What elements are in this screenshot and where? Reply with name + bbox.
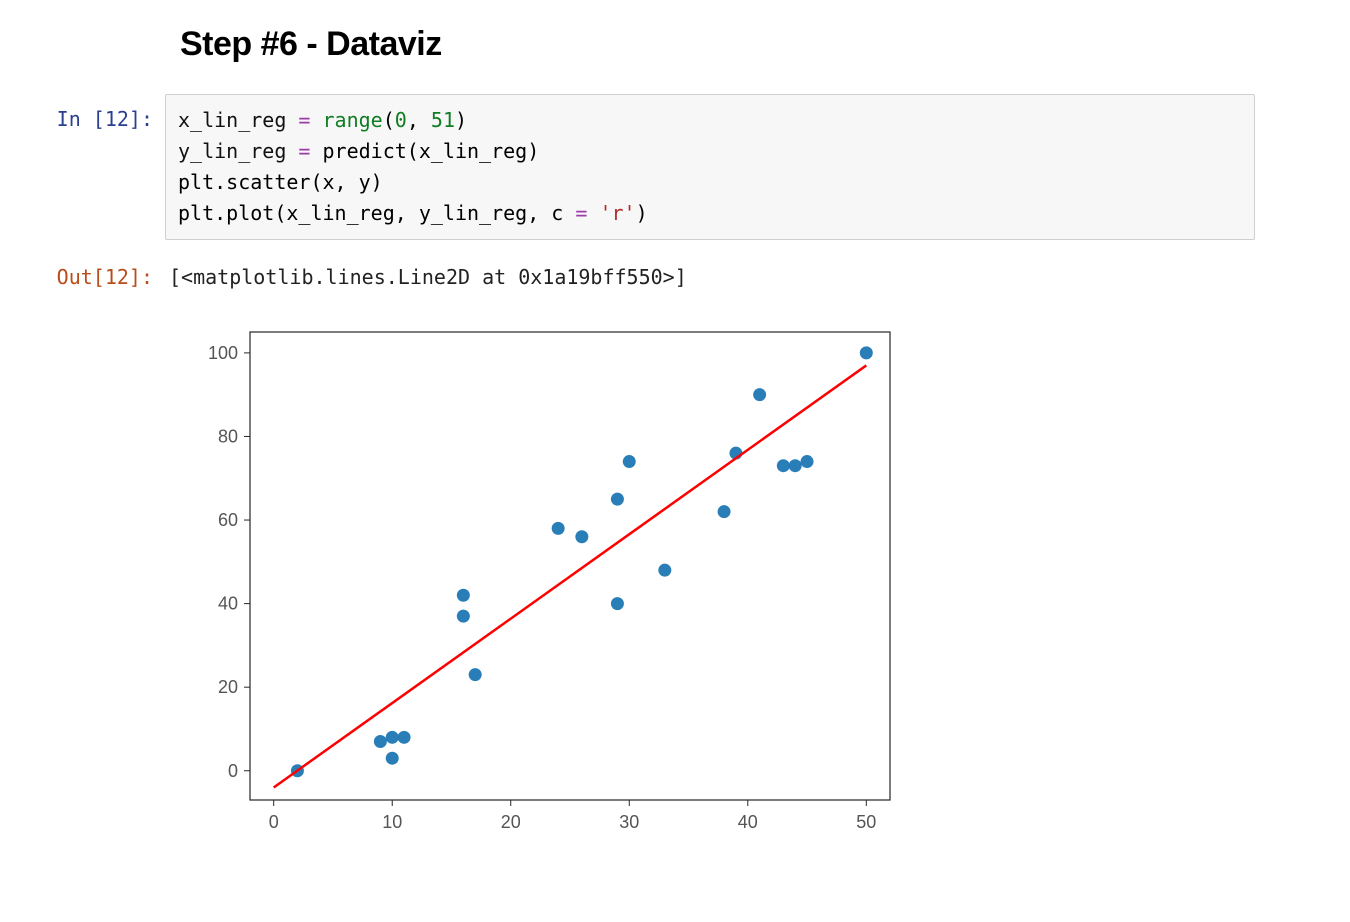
code-input[interactable]: x_lin_reg = range(0, 51) y_lin_reg = pre… xyxy=(165,94,1255,240)
code-token: ) xyxy=(455,108,467,132)
code-token: y_lin_reg xyxy=(178,139,286,163)
svg-text:40: 40 xyxy=(218,594,238,614)
output-cell: Out[12]: [<matplotlib.lines.Line2D at 0x… xyxy=(0,252,1350,292)
code-token: , xyxy=(407,108,431,132)
svg-text:100: 100 xyxy=(208,343,238,363)
svg-text:40: 40 xyxy=(738,812,758,832)
code-token: x_lin_reg xyxy=(178,108,286,132)
output-prompt: Out[12]: xyxy=(0,252,165,292)
code-token xyxy=(587,201,599,225)
code-token: plt.plot(x_lin_reg, y_lin_reg, c xyxy=(178,201,575,225)
code-token: 0 xyxy=(395,108,407,132)
code-token: 'r' xyxy=(599,201,635,225)
input-cell: In [12]: x_lin_reg = range(0, 51) y_lin_… xyxy=(0,94,1350,240)
svg-text:50: 50 xyxy=(856,812,876,832)
svg-text:20: 20 xyxy=(501,812,521,832)
section-heading: Step #6 - Dataviz xyxy=(180,25,1350,64)
code-token: = xyxy=(575,201,587,225)
scatter-chart: 0 10 20 30 40 50 0 20 40 60 80 100 xyxy=(180,320,910,850)
input-prompt: In [12]: xyxy=(0,94,165,134)
code-token: = xyxy=(286,139,322,163)
code-token: ) xyxy=(636,201,648,225)
code-token: 51 xyxy=(431,108,455,132)
svg-text:0: 0 xyxy=(269,812,279,832)
svg-text:80: 80 xyxy=(218,426,238,446)
code-token: ( xyxy=(383,108,395,132)
svg-text:10: 10 xyxy=(382,812,402,832)
svg-text:30: 30 xyxy=(619,812,639,832)
svg-text:0: 0 xyxy=(228,761,238,781)
svg-text:20: 20 xyxy=(218,677,238,697)
code-token: range xyxy=(323,108,383,132)
code-token: plt.scatter(x, y) xyxy=(178,170,383,194)
output-text: [<matplotlib.lines.Line2D at 0x1a19bff55… xyxy=(165,252,1259,292)
code-token: = xyxy=(286,108,322,132)
chart-output: 0 10 20 30 40 50 0 20 40 60 80 100 xyxy=(180,320,1350,850)
svg-text:60: 60 xyxy=(218,510,238,530)
code-token: predict(x_lin_reg) xyxy=(323,139,540,163)
